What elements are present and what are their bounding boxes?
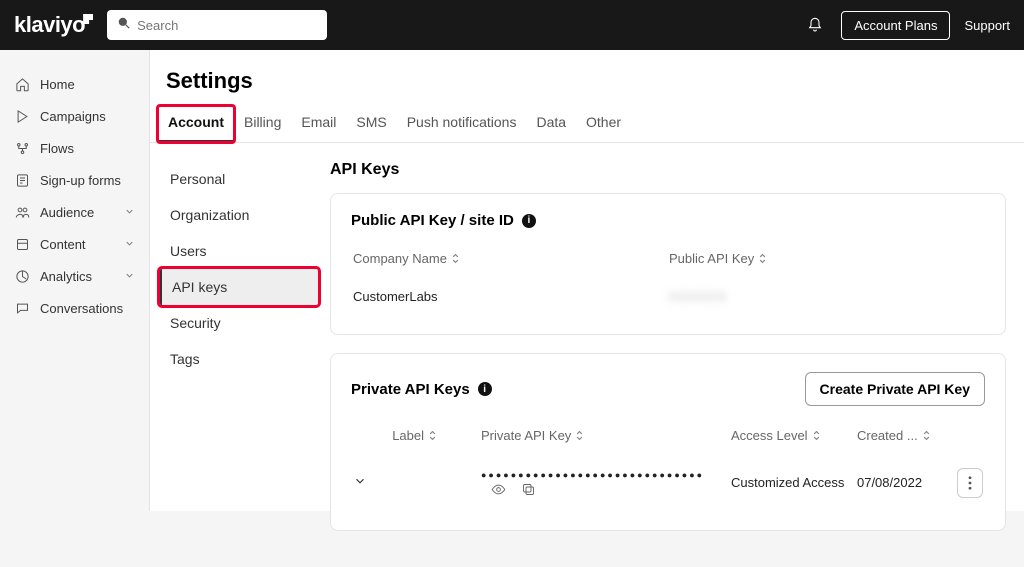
subnav-personal[interactable]: Personal: [160, 161, 318, 197]
campaigns-icon: [14, 108, 30, 124]
tab-account[interactable]: Account: [158, 106, 234, 142]
settings-tabs: Account Billing Email SMS Push notificat…: [150, 106, 1024, 143]
col-label[interactable]: Label: [392, 422, 479, 454]
company-name-cell: CustomerLabs: [353, 279, 667, 314]
sidebar-item-audience[interactable]: Audience: [0, 196, 149, 228]
tab-other[interactable]: Other: [576, 106, 631, 142]
sidebar-item-label: Home: [40, 77, 75, 92]
sidebar-item-label: Audience: [40, 205, 94, 220]
flows-icon: [14, 140, 30, 156]
audience-icon: [14, 204, 30, 220]
public-api-card: Public API Key / site ID i Company Name …: [330, 193, 1006, 335]
table-row: ●●●●●●●●●●●●●●●●●●●●●●●●●●●●●● Customize…: [353, 456, 983, 510]
sidebar-item-content[interactable]: Content: [0, 228, 149, 260]
page-title: Settings: [156, 68, 1024, 106]
form-icon: [14, 172, 30, 188]
chevron-down-icon: [124, 237, 135, 252]
tab-push[interactable]: Push notifications: [397, 106, 527, 142]
private-api-card: Private API Keys i Create Private API Ke…: [330, 353, 1006, 531]
sidebar-item-home[interactable]: Home: [0, 68, 149, 100]
tab-billing[interactable]: Billing: [234, 106, 291, 142]
search-input[interactable]: [137, 18, 317, 33]
reveal-icon[interactable]: [491, 481, 507, 497]
subnav-api-keys[interactable]: API keys: [160, 269, 318, 305]
table-row: CustomerLabs XXXXXX: [353, 279, 983, 314]
analytics-icon: [14, 268, 30, 284]
create-private-key-button[interactable]: Create Private API Key: [805, 372, 985, 406]
sidebar-item-campaigns[interactable]: Campaigns: [0, 100, 149, 132]
sort-icon: [922, 429, 931, 444]
col-access-level[interactable]: Access Level: [731, 422, 855, 454]
sidebar-item-label: Conversations: [40, 301, 123, 316]
private-api-title: Private API Keys: [351, 381, 470, 398]
sidebar-item-flows[interactable]: Flows: [0, 132, 149, 164]
sidebar-item-label: Flows: [40, 141, 74, 156]
search-box[interactable]: [107, 10, 327, 40]
sort-icon: [428, 429, 437, 444]
sort-icon: [812, 429, 821, 444]
subnav-tags[interactable]: Tags: [160, 341, 318, 377]
col-private-key[interactable]: Private API Key: [481, 422, 729, 454]
copy-icon[interactable]: [521, 481, 537, 497]
account-subnav: Personal Organization Users API keys Sec…: [150, 143, 328, 567]
subnav-organization[interactable]: Organization: [160, 197, 318, 233]
sort-icon: [451, 252, 460, 267]
tab-email[interactable]: Email: [291, 106, 346, 142]
subnav-security[interactable]: Security: [160, 305, 318, 341]
top-bar: klaviyo Account Plans Support: [0, 0, 1024, 50]
conversations-icon: [14, 300, 30, 316]
expand-row-toggle[interactable]: [353, 476, 367, 491]
info-icon[interactable]: i: [522, 214, 536, 228]
support-link[interactable]: Support: [964, 18, 1010, 33]
notifications-icon[interactable]: [807, 17, 823, 33]
access-level-cell: Customized Access: [731, 456, 855, 510]
left-sidebar: Home Campaigns Flows Sign-up forms Audie…: [0, 50, 150, 511]
chevron-down-icon: [124, 205, 135, 220]
sidebar-item-analytics[interactable]: Analytics: [0, 260, 149, 292]
public-api-title: Public API Key / site ID: [351, 212, 514, 229]
masked-key: ●●●●●●●●●●●●●●●●●●●●●●●●●●●●●●: [481, 470, 704, 480]
sidebar-item-signup-forms[interactable]: Sign-up forms: [0, 164, 149, 196]
tab-data[interactable]: Data: [526, 106, 576, 142]
col-created[interactable]: Created ...: [857, 422, 944, 454]
content-icon: [14, 236, 30, 252]
sort-icon: [758, 252, 767, 267]
chevron-down-icon: [124, 269, 135, 284]
created-cell: 07/08/2022: [857, 456, 944, 510]
sidebar-item-conversations[interactable]: Conversations: [0, 292, 149, 324]
sidebar-item-label: Content: [40, 237, 86, 252]
home-icon: [14, 76, 30, 92]
brand-logo: klaviyo: [14, 12, 93, 38]
sort-icon: [575, 429, 584, 444]
search-icon: [117, 16, 137, 35]
info-icon[interactable]: i: [478, 382, 492, 396]
main-area: Settings Account Billing Email SMS Push …: [150, 50, 1024, 511]
sidebar-item-label: Sign-up forms: [40, 173, 121, 188]
row-actions-menu[interactable]: [957, 468, 983, 498]
subnav-users[interactable]: Users: [160, 233, 318, 269]
sidebar-item-label: Analytics: [40, 269, 92, 284]
panel-title: API Keys: [330, 161, 1006, 179]
account-plans-button[interactable]: Account Plans: [841, 11, 950, 40]
sidebar-item-label: Campaigns: [40, 109, 106, 124]
public-key-cell: XXXXXX: [669, 289, 727, 304]
tab-sms[interactable]: SMS: [346, 106, 396, 142]
col-public-key[interactable]: Public API Key: [669, 245, 983, 277]
col-company-name[interactable]: Company Name: [353, 245, 667, 277]
